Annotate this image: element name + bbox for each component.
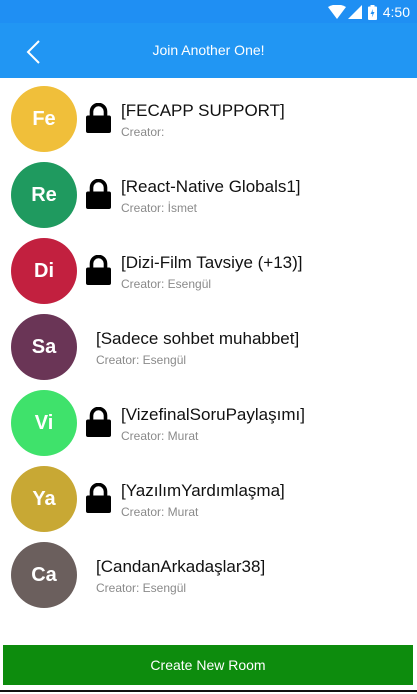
signal-icon bbox=[347, 5, 362, 19]
avatar: Fe bbox=[11, 86, 77, 152]
room-name: [YazılımYardımlaşma] bbox=[121, 481, 285, 500]
status-bar: 4:50 bbox=[0, 0, 417, 23]
room-name: [CandanArkadaşlar38] bbox=[96, 557, 266, 576]
room-name: [React-Native Globals1] bbox=[121, 177, 301, 196]
room-name: [Sadece sohbet muhabbet] bbox=[96, 329, 300, 348]
status-time: 4:50 bbox=[382, 4, 410, 20]
room-creator: Creator: bbox=[121, 125, 165, 139]
avatar: Re bbox=[11, 162, 77, 228]
lock-icon bbox=[86, 178, 111, 209]
divider bbox=[0, 690, 417, 692]
status-icons: 4:50 bbox=[327, 2, 410, 22]
room-creator: Creator: Esengül bbox=[96, 353, 187, 367]
screen: 4:50 Join Another One! Fe [FECAPP SUPPOR… bbox=[0, 0, 417, 694]
room-creator: Creator: Murat bbox=[121, 505, 199, 519]
room-list-item[interactable]: Fe [FECAPP SUPPORT] Creator: bbox=[0, 81, 417, 157]
avatar: Di bbox=[11, 238, 77, 304]
avatar: Vi bbox=[11, 390, 77, 456]
battery-icon bbox=[367, 4, 377, 20]
room-list-item[interactable]: Ya [YazılımYardımlaşma] Creator: Murat bbox=[0, 461, 417, 537]
lock-icon bbox=[86, 254, 111, 285]
room-creator: Creator: Esengül bbox=[121, 277, 212, 291]
room-list-item[interactable]: Vi [VizefinalSoruPaylaşımı] Creator: Mur… bbox=[0, 385, 417, 461]
room-name: [Dizi-Film Tavsiye (+13)] bbox=[121, 253, 303, 272]
room-creator: Creator: Murat bbox=[121, 429, 199, 443]
room-list-item[interactable]: Re [React-Native Globals1] Creator: İsme… bbox=[0, 157, 417, 233]
room-list-item[interactable]: Sa [Sadece sohbet muhabbet] Creator: Ese… bbox=[0, 309, 417, 385]
room-name: [VizefinalSoruPaylaşımı] bbox=[121, 405, 305, 424]
wifi-icon bbox=[327, 5, 346, 19]
lock-icon bbox=[86, 406, 111, 437]
lock-icon bbox=[86, 482, 111, 513]
room-creator: Creator: İsmet bbox=[121, 201, 198, 215]
room-list: Fe [FECAPP SUPPORT] Creator: Re [React-N… bbox=[0, 81, 417, 613]
avatar: Ya bbox=[11, 466, 77, 532]
avatar: Ca bbox=[11, 542, 77, 608]
page-title: Join Another One! bbox=[152, 42, 265, 58]
create-room-button[interactable]: Create New Room bbox=[3, 645, 413, 685]
room-list-item[interactable]: Ca [CandanArkadaşlar38] Creator: Esengül bbox=[0, 537, 417, 613]
room-list-item[interactable]: Di [Dizi-Film Tavsiye (+13)] Creator: Es… bbox=[0, 233, 417, 309]
room-name: [FECAPP SUPPORT] bbox=[121, 101, 285, 120]
room-creator: Creator: Esengül bbox=[96, 581, 187, 595]
app-bar: Join Another One! bbox=[0, 23, 417, 78]
avatar: Sa bbox=[11, 314, 77, 380]
lock-icon bbox=[86, 102, 111, 133]
